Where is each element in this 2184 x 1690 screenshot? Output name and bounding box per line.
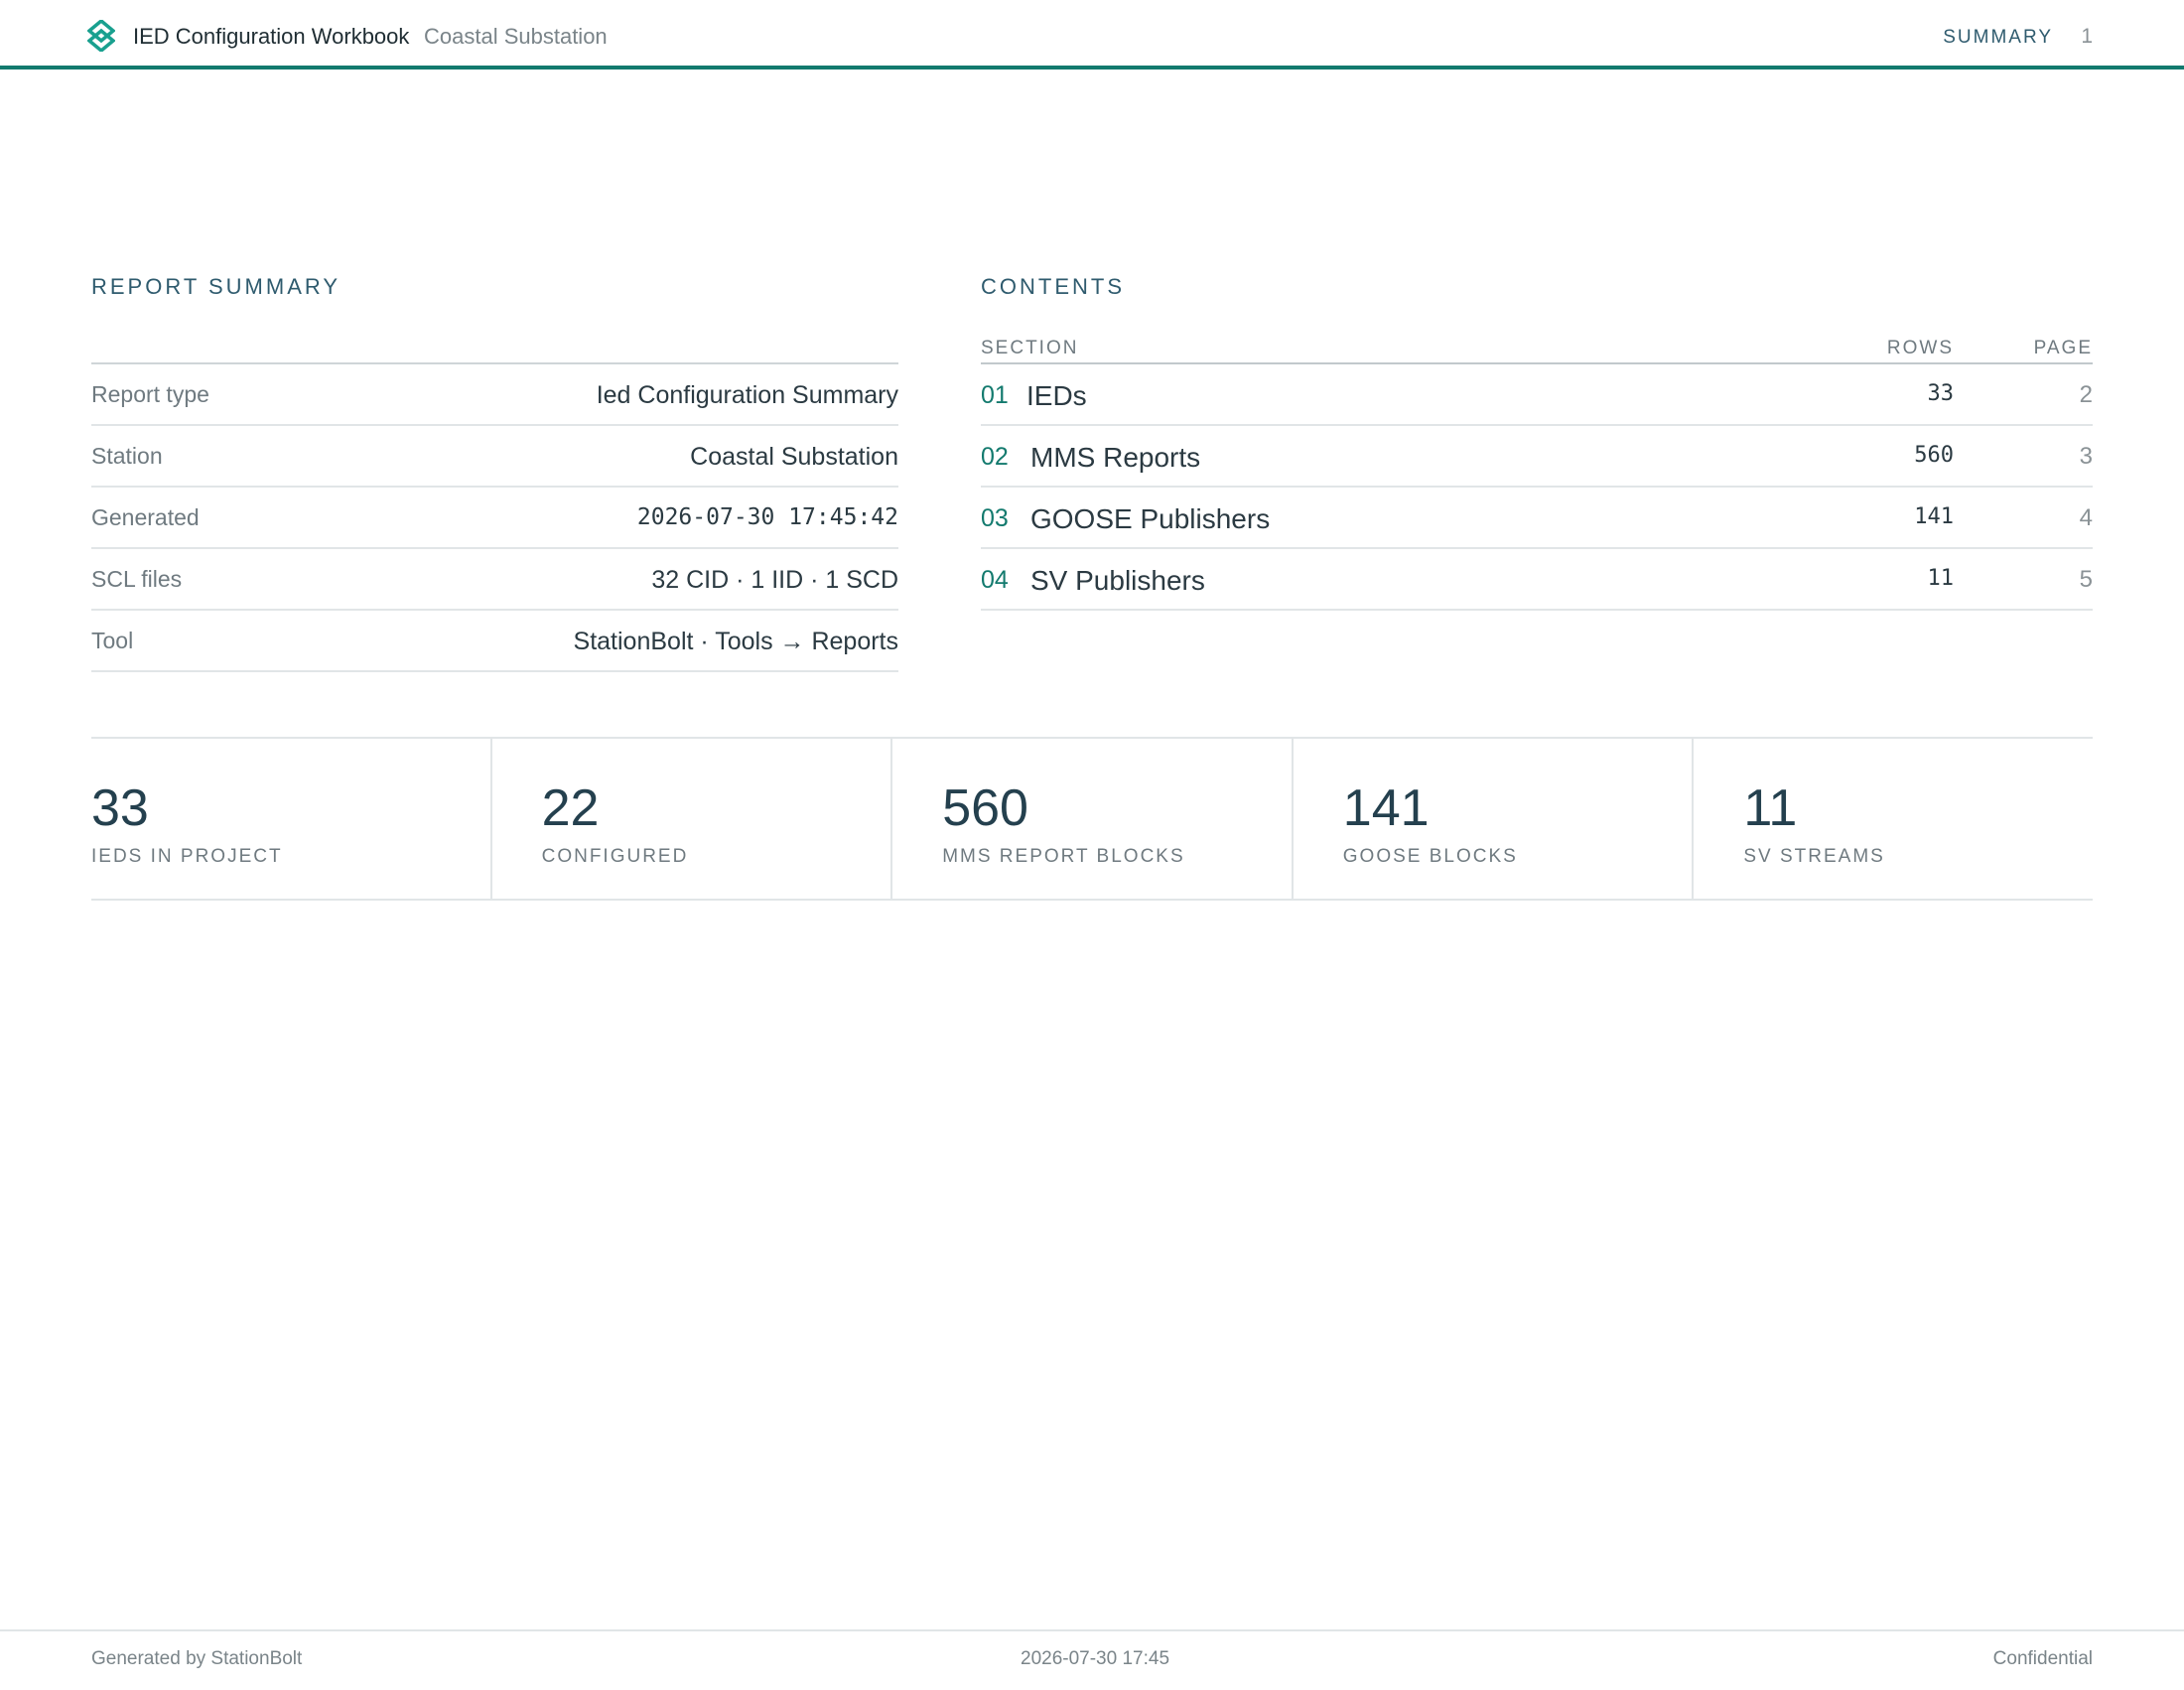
section-row-count: 560 — [1914, 443, 1954, 468]
footer-generated-by: Generated by StationBolt — [91, 1648, 303, 1669]
section-page: 5 — [2079, 566, 2093, 593]
stat-label: CONFIGURED — [541, 846, 689, 867]
section-label: SUMMARY — [1943, 27, 2053, 48]
summary-row-scl-files: SCL files 32 CID · 1 IID · 1 SCD — [91, 549, 898, 611]
summary-value: StationBolt · Tools → Reports — [573, 628, 898, 655]
stat-configured: 22 CONFIGURED — [492, 739, 893, 899]
section-name: IEDs — [1026, 380, 1087, 411]
section-name: GOOSE Publishers — [1030, 503, 1271, 534]
summary-key: SCL files — [91, 566, 183, 592]
stat-label: IEDS IN PROJECT — [91, 846, 283, 867]
summary-key: Station — [91, 443, 163, 469]
footer-confidential: Confidential — [1992, 1648, 2093, 1669]
section-row-count: 33 — [1927, 381, 1955, 406]
station-subtitle: Coastal Substation — [424, 24, 608, 49]
column-header-page: PAGE — [2033, 338, 2093, 358]
column-header-rows: ROWS — [1886, 338, 1954, 358]
page-footer: Generated by StationBolt 2026-07-30 17:4… — [0, 1629, 2184, 1690]
contents-heading: CONTENTS — [981, 274, 1125, 299]
stat-label: SV STREAMS — [1743, 846, 1885, 867]
column-header-section: SECTION — [981, 338, 1079, 358]
summary-key: Tool — [91, 628, 134, 653]
document-title: IED Configuration Workbook — [133, 24, 410, 49]
summary-row-report-type: Report type Ied Configuration Summary — [91, 364, 898, 426]
contents-row[interactable]: 01 IEDs 33 2 — [981, 364, 2093, 426]
section-name: MMS Reports — [1030, 442, 1201, 473]
section-number: 03 — [981, 504, 1009, 532]
contents-row[interactable]: 04 SV Publishers 11 5 — [981, 549, 2093, 611]
summary-value: Coastal Substation — [690, 443, 898, 471]
contents-row[interactable]: 03 GOOSE Publishers 141 4 — [981, 488, 2093, 549]
report-summary-heading: REPORT SUMMARY — [91, 274, 341, 299]
section-number: 04 — [981, 566, 1009, 594]
stat-value: 141 — [1342, 779, 1430, 837]
stat-value: 11 — [1743, 779, 1798, 837]
stat-value: 560 — [942, 779, 1028, 837]
summary-value: 2026-07-30 17:45:42 — [636, 504, 898, 530]
contents-row[interactable]: 02 MMS Reports 560 3 — [981, 426, 2093, 488]
page-number: 1 — [2081, 25, 2093, 48]
summary-value: Ied Configuration Summary — [596, 381, 898, 409]
section-row-count: 141 — [1914, 504, 1954, 529]
contents-table: SECTION ROWS PAGE 01 IEDs 33 2 02 MMS Re… — [981, 334, 2093, 611]
section-row-count: 11 — [1927, 566, 1955, 591]
summary-value: 32 CID · 1 IID · 1 SCD — [651, 566, 898, 594]
stat-label: GOOSE BLOCKS — [1342, 846, 1518, 867]
stat-value: 22 — [541, 779, 600, 837]
stat-value: 33 — [91, 779, 149, 837]
section-name: SV Publishers — [1030, 565, 1205, 596]
section-number: 02 — [981, 443, 1009, 471]
stat-sv-streams: 11 SV STREAMS — [1694, 739, 2093, 899]
stat-mms-report-blocks: 560 MMS REPORT BLOCKS — [892, 739, 1294, 899]
summary-row-tool: Tool StationBolt · Tools → Reports — [91, 611, 898, 672]
summary-row-station: Station Coastal Substation — [91, 426, 898, 488]
footer-timestamp: 2026-07-30 17:45 — [1021, 1648, 1170, 1669]
stat-ieds-in-project: 33 IEDS IN PROJECT — [91, 739, 492, 899]
page-header: IED Configuration Workbook Coastal Subst… — [0, 0, 2184, 70]
summary-key: Report type — [91, 381, 209, 407]
diamond-logo-icon — [87, 20, 115, 52]
section-page: 2 — [2079, 381, 2093, 408]
stat-goose-blocks: 141 GOOSE BLOCKS — [1294, 739, 1695, 899]
section-number: 01 — [981, 381, 1009, 409]
section-page: 4 — [2079, 504, 2093, 531]
report-summary-table: Report type Ied Configuration Summary St… — [91, 362, 898, 672]
summary-row-generated: Generated 2026-07-30 17:45:42 — [91, 488, 898, 549]
section-page: 3 — [2079, 443, 2093, 470]
stat-label: MMS REPORT BLOCKS — [942, 846, 1185, 867]
summary-key: Generated — [91, 504, 200, 530]
contents-header-row: SECTION ROWS PAGE — [981, 334, 2093, 364]
stats-strip: 33 IEDS IN PROJECT 22 CONFIGURED 560 MMS… — [91, 737, 2093, 901]
